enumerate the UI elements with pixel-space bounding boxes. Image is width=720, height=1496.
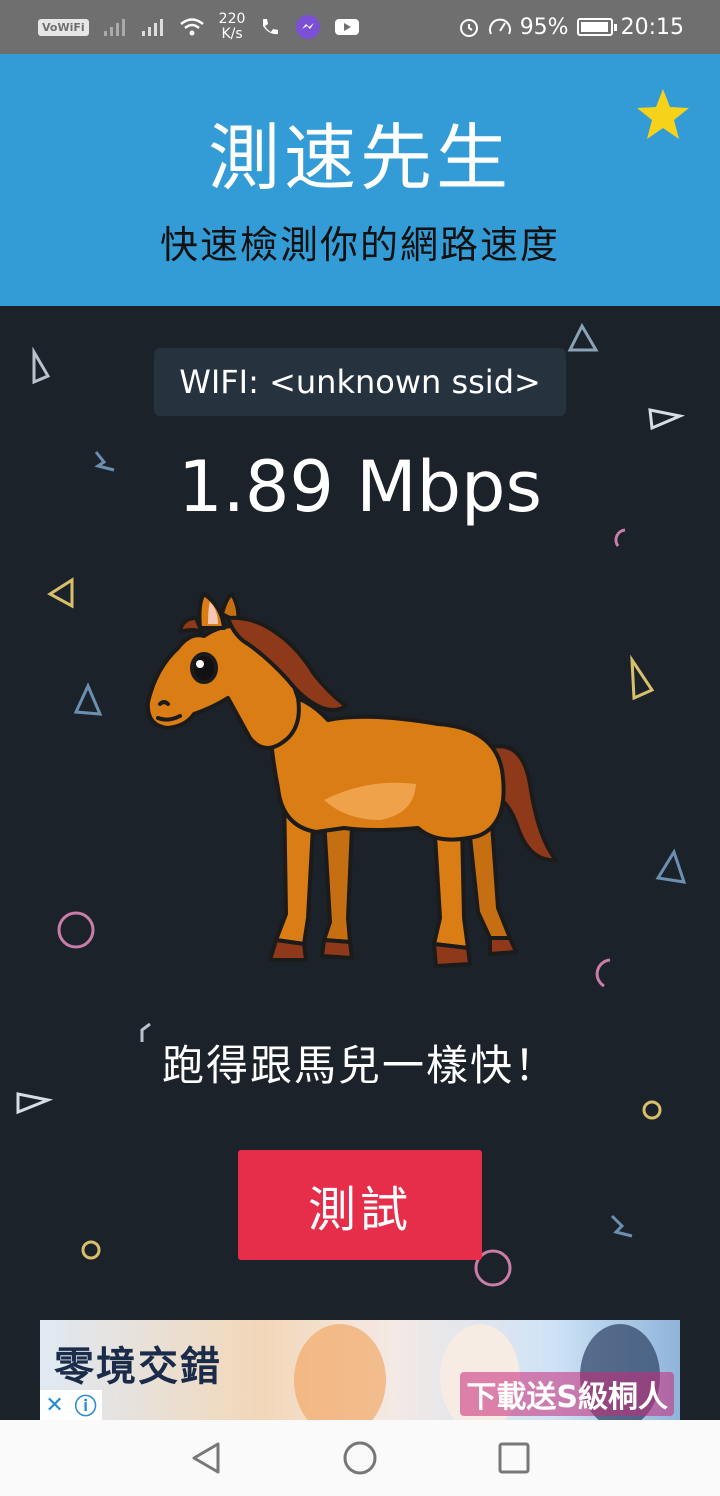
net-speed-unit: K/s xyxy=(221,26,243,42)
net-speed: 220 K/s xyxy=(219,12,246,42)
vowifi-badge: VoWiFi xyxy=(38,18,89,36)
alarm-icon xyxy=(459,19,478,37)
ad-controls: ✕ ⓘ xyxy=(40,1390,102,1420)
main-panel: WIFI: <unknown ssid> 1.89 Mbps 跑得跟馬兒一樣快！… xyxy=(0,306,720,1420)
messenger-icon xyxy=(296,15,321,39)
wifi-ssid-label: WIFI: <unknown ssid> xyxy=(154,348,566,416)
test-button[interactable]: 測試 xyxy=(238,1150,482,1260)
ad-promo-text: 下載送S級桐人 xyxy=(460,1372,674,1416)
navigation-bar xyxy=(0,1420,720,1496)
clock: 20:15 xyxy=(620,14,684,40)
ad-banner[interactable]: 零境交錯 下載送S級桐人 ✕ ⓘ xyxy=(40,1320,680,1420)
ad-title: 零境交錯 xyxy=(54,1343,222,1390)
battery-icon xyxy=(576,18,617,36)
horse-mascot xyxy=(145,592,558,968)
power-saving-icon xyxy=(488,18,511,35)
status-left: VoWiFi 220 K/s xyxy=(38,0,360,54)
close-icon[interactable]: ✕ xyxy=(45,1393,63,1418)
status-right: 95% 20:15 xyxy=(458,0,684,54)
wifi-icon xyxy=(179,18,204,36)
wifi-call-icon xyxy=(263,19,279,35)
app-header: 測速先生 快速檢測你的網路速度 xyxy=(0,54,720,306)
net-speed-value: 220 xyxy=(218,11,246,27)
app-subtitle: 快速檢測你的網路速度 xyxy=(159,223,560,267)
recents-square-icon[interactable] xyxy=(494,1438,534,1478)
back-triangle-icon[interactable] xyxy=(186,1438,226,1478)
signal-icon xyxy=(103,19,125,36)
home-circle-icon[interactable] xyxy=(340,1438,380,1478)
speed-result: 1.89 Mbps xyxy=(178,446,542,528)
speed-tagline: 跑得跟馬兒一樣快！ xyxy=(161,1041,558,1090)
battery-percent: 95% xyxy=(519,14,569,40)
info-icon[interactable]: ⓘ xyxy=(75,1389,97,1420)
signal-icon-2 xyxy=(141,19,163,36)
status-bar: VoWiFi 220 K/s 95% 20:15 xyxy=(0,0,720,54)
star-icon[interactable] xyxy=(634,86,692,144)
youtube-icon xyxy=(335,19,360,35)
app-title: 測速先生 xyxy=(207,116,512,200)
